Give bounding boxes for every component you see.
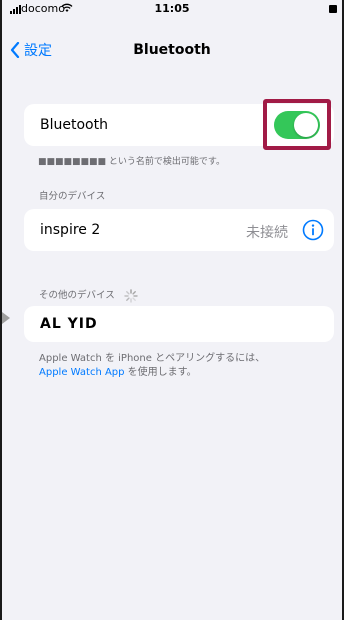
apple-watch-app-link[interactable]: Apple Watch App <box>39 367 125 378</box>
pairing-note: Apple Watch を iPhone とペアリングするには、 Apple W… <box>39 352 265 380</box>
list-item[interactable]: inspire 2 未接続 <box>24 209 334 251</box>
device-name: inspire 2 <box>40 222 101 238</box>
other-devices-header: その他のデバイス <box>39 287 138 303</box>
highlight-box <box>263 99 331 150</box>
battery-icon <box>329 5 337 13</box>
status-bar: docomo 11:05 <box>2 0 342 22</box>
discoverable-note: ■■■■■■■■ という名前で検出可能です。 <box>38 157 225 167</box>
arrow-marker <box>2 312 10 324</box>
page-title: Bluetooth <box>133 42 211 58</box>
info-icon[interactable] <box>302 219 324 241</box>
device-name: AL YID <box>40 316 98 332</box>
my-devices-header: 自分のデバイス <box>39 191 106 202</box>
loading-spinner-icon <box>124 288 138 303</box>
pairing-note-suffix: を使用します。 <box>124 367 197 378</box>
list-item[interactable]: AL YID <box>24 306 334 342</box>
navigation-bar: 設定 Bluetooth <box>2 34 342 64</box>
device-status: 未接続 <box>246 225 288 241</box>
other-devices-label: その他のデバイス <box>39 290 115 301</box>
clock: 11:05 <box>154 2 190 15</box>
screen-frame: docomo 11:05 設定 Bluetooth Bluetooth ■■■■… <box>0 0 344 620</box>
pairing-note-text: Apple Watch を iPhone とペアリングするには、 <box>39 353 266 364</box>
bluetooth-label: Bluetooth <box>40 117 108 133</box>
